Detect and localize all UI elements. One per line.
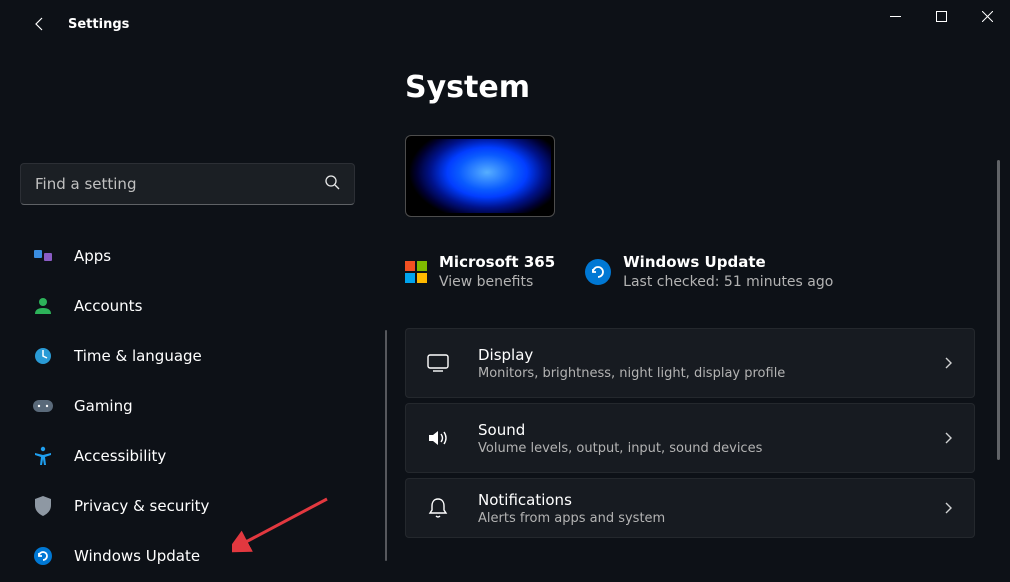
sidebar-item-label: Accounts bbox=[74, 297, 142, 315]
time-language-icon bbox=[32, 345, 54, 367]
ms365-title: Microsoft 365 bbox=[439, 253, 555, 271]
sidebar-scroll-indicator[interactable] bbox=[385, 330, 387, 561]
windows-update-status-icon bbox=[585, 259, 611, 285]
sidebar-item-privacy-security[interactable]: Privacy & security bbox=[20, 485, 355, 526]
card-notifications[interactable]: Notifications Alerts from apps and syste… bbox=[405, 478, 975, 538]
privacy-security-icon bbox=[32, 495, 54, 517]
main-content: System Microsoft 365 View benefits Windo… bbox=[405, 70, 1000, 582]
chevron-right-icon bbox=[942, 429, 954, 448]
card-sound[interactable]: Sound Volume levels, output, input, soun… bbox=[405, 403, 975, 473]
update-subtitle: Last checked: 51 minutes ago bbox=[623, 274, 833, 290]
sidebar-item-label: Accessibility bbox=[74, 447, 166, 465]
main-scrollbar[interactable] bbox=[997, 160, 1000, 460]
display-icon bbox=[426, 354, 450, 372]
sidebar-item-label: Time & language bbox=[74, 347, 202, 365]
device-thumbnail[interactable] bbox=[405, 135, 555, 217]
profile-placeholder bbox=[20, 48, 355, 163]
sidebar-item-label: Apps bbox=[74, 247, 111, 265]
settings-cards: Display Monitors, brightness, night ligh… bbox=[405, 328, 975, 538]
minimize-button[interactable] bbox=[872, 0, 918, 32]
accounts-icon bbox=[32, 295, 54, 317]
maximize-button[interactable] bbox=[918, 0, 964, 32]
update-title: Windows Update bbox=[623, 253, 833, 271]
sidebar-item-time-language[interactable]: Time & language bbox=[20, 335, 355, 376]
notifications-icon bbox=[426, 497, 450, 519]
card-subtitle: Volume levels, output, input, sound devi… bbox=[478, 441, 762, 456]
search-box[interactable] bbox=[20, 163, 355, 205]
close-button[interactable] bbox=[964, 0, 1010, 32]
card-display[interactable]: Display Monitors, brightness, night ligh… bbox=[405, 328, 975, 398]
sidebar-item-label: Gaming bbox=[74, 397, 133, 415]
wallpaper-preview bbox=[409, 139, 551, 213]
card-subtitle: Alerts from apps and system bbox=[478, 511, 665, 526]
gaming-icon bbox=[32, 395, 54, 417]
maximize-icon bbox=[936, 11, 947, 22]
windows-update-block[interactable]: Windows Update Last checked: 51 minutes … bbox=[585, 253, 833, 290]
sidebar-item-apps[interactable]: Apps bbox=[20, 235, 355, 276]
microsoft-365-block[interactable]: Microsoft 365 View benefits bbox=[405, 253, 555, 290]
card-title: Display bbox=[478, 346, 785, 364]
window-controls bbox=[872, 0, 1010, 32]
back-button[interactable] bbox=[20, 4, 60, 44]
sidebar-item-label: Privacy & security bbox=[74, 497, 209, 515]
close-icon bbox=[982, 11, 993, 22]
minimize-icon bbox=[890, 11, 901, 22]
info-row: Microsoft 365 View benefits Windows Upda… bbox=[405, 253, 1000, 290]
search-input[interactable] bbox=[35, 175, 324, 193]
chevron-right-icon bbox=[942, 499, 954, 518]
accessibility-icon bbox=[32, 445, 54, 467]
card-title: Sound bbox=[478, 421, 762, 439]
sidebar-item-accounts[interactable]: Accounts bbox=[20, 285, 355, 326]
titlebar: Settings bbox=[0, 0, 1010, 48]
back-arrow-icon bbox=[32, 16, 48, 32]
search-icon bbox=[324, 174, 340, 194]
ms365-subtitle: View benefits bbox=[439, 274, 555, 290]
windows-update-icon bbox=[32, 545, 54, 567]
sound-icon bbox=[426, 429, 450, 447]
nav-list: Apps Accounts Time & language Gaming Acc bbox=[20, 235, 355, 576]
apps-icon bbox=[32, 245, 54, 267]
sidebar-item-gaming[interactable]: Gaming bbox=[20, 385, 355, 426]
app-title: Settings bbox=[68, 17, 129, 32]
device-row bbox=[405, 135, 1000, 217]
card-title: Notifications bbox=[478, 491, 665, 509]
sidebar-item-windows-update[interactable]: Windows Update bbox=[20, 535, 355, 576]
card-subtitle: Monitors, brightness, night light, displ… bbox=[478, 366, 785, 381]
sidebar-item-accessibility[interactable]: Accessibility bbox=[20, 435, 355, 476]
microsoft-logo-icon bbox=[405, 261, 427, 283]
sidebar: Apps Accounts Time & language Gaming Acc bbox=[0, 48, 370, 582]
sidebar-item-label: Windows Update bbox=[74, 547, 200, 565]
page-title: System bbox=[405, 70, 1000, 105]
chevron-right-icon bbox=[942, 354, 954, 373]
